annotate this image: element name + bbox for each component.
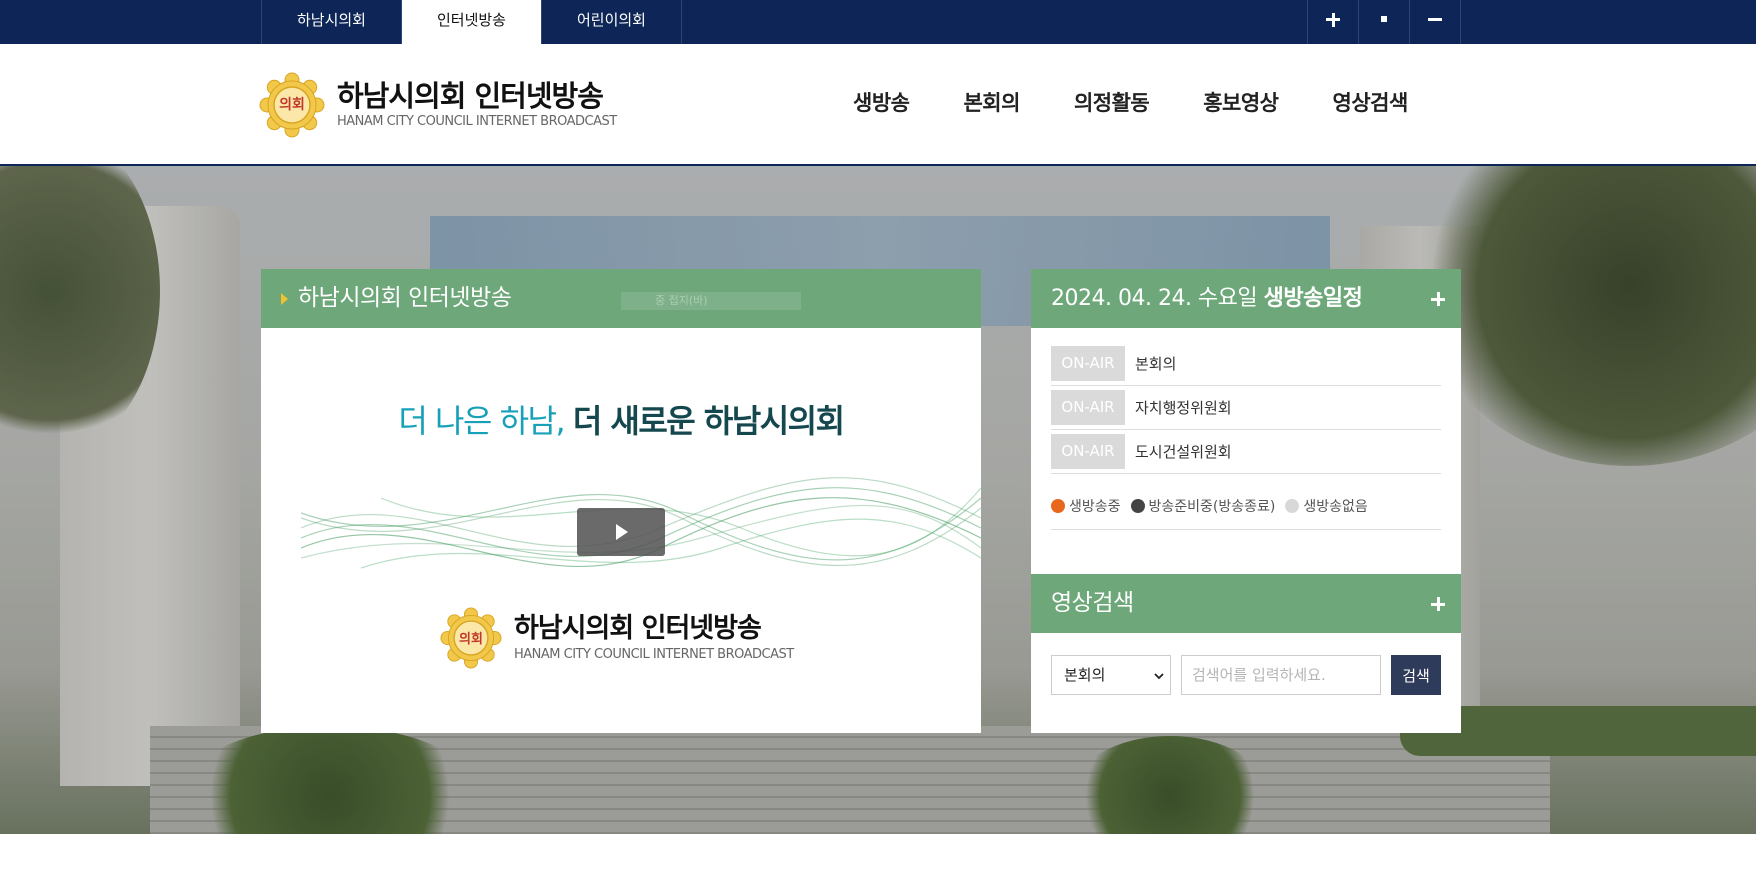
legend-preparing: 방송준비중(방송종료) xyxy=(1130,496,1276,516)
zoom-out-button[interactable] xyxy=(1410,0,1461,44)
council-seal-icon: 의회 xyxy=(440,607,502,669)
nav-council-activities[interactable]: 의정활동 xyxy=(1047,44,1176,164)
nav-plenary[interactable]: 본회의 xyxy=(936,44,1046,164)
schedule-item-name: 자치행정위원회 xyxy=(1135,399,1232,417)
schedule-more-icon[interactable] xyxy=(1431,292,1445,306)
dark-dot-icon xyxy=(1130,498,1145,513)
video-panel-header: 하남시의회 인터넷방송 중 접지(바) xyxy=(261,269,981,328)
legend-label: 방송준비중(방송종료) xyxy=(1148,498,1276,515)
ghost-text: 중 접지(바) xyxy=(621,292,801,310)
main-nav: 생방송 본회의 의정활동 홍보영상 영상검색 xyxy=(826,44,1435,164)
triangle-bullet-icon xyxy=(281,293,288,305)
top-bar: 하남시의회 인터넷방송 어린이의회 xyxy=(0,0,1756,44)
tab-internet-broadcast[interactable]: 인터넷방송 xyxy=(402,0,542,44)
council-seal-icon: 의회 xyxy=(259,72,325,138)
orange-dot-icon xyxy=(1051,498,1065,513)
video-logo-subtitle: HANAM CITY COUNCIL INTERNET BROADCAST xyxy=(514,647,794,662)
schedule-item-name: 본회의 xyxy=(1135,355,1177,373)
video-search-title: 영상검색 xyxy=(1051,590,1134,616)
site-tabs: 하남시의회 인터넷방송 어린이의회 xyxy=(261,0,682,44)
schedule-title-strong: 생방송일정 xyxy=(1263,286,1363,311)
schedule-title: 2024. 04. 24. 수요일 생방송일정 xyxy=(1051,269,1363,328)
schedule-date: 2024. 04. 24. 수요일 xyxy=(1051,286,1264,311)
on-air-badge: ON-AIR xyxy=(1051,434,1125,469)
schedule-header: 2024. 04. 24. 수요일 생방송일정 xyxy=(1031,269,1461,328)
site-logo[interactable]: 의회 하남시의회 인터넷방송 HANAM CITY COUNCIL INTERN… xyxy=(259,72,617,138)
on-air-badge: ON-AIR xyxy=(1051,346,1125,381)
search-more-icon[interactable] xyxy=(1431,597,1445,611)
nav-promo-videos[interactable]: 홍보영상 xyxy=(1176,44,1305,164)
search-input[interactable] xyxy=(1181,655,1381,695)
legend-label: 생방송중 xyxy=(1069,498,1121,515)
nav-video-search[interactable]: 영상검색 xyxy=(1306,44,1435,164)
seal-label: 의회 xyxy=(279,97,305,113)
schedule-item[interactable]: ON-AIR 도시건설위원회 xyxy=(1051,430,1441,474)
tab-hanam-council[interactable]: 하남시의회 xyxy=(262,0,402,44)
search-button[interactable]: 검색 xyxy=(1391,655,1441,695)
video-logo: 의회 하남시의회 인터넷방송 HANAM CITY COUNCIL INTERN… xyxy=(440,607,794,669)
gray-dot-icon xyxy=(1285,498,1300,513)
video-panel: 하남시의회 인터넷방송 중 접지(바) 더 나은 하남, 더 새로운 하남시의회 xyxy=(261,269,981,733)
schedule-item[interactable]: ON-AIR 본회의 xyxy=(1051,342,1441,386)
dot-icon xyxy=(1381,16,1387,22)
status-legend: 생방송중 방송준비중(방송종료) 생방송없음 xyxy=(1051,490,1441,530)
zoom-in-button[interactable] xyxy=(1308,0,1359,44)
legend-live: 생방송중 xyxy=(1051,496,1121,516)
video-logo-title: 하남시의회 인터넷방송 xyxy=(514,613,762,644)
video-logo-text: 하남시의회 인터넷방송 HANAM CITY COUNCIL INTERNET … xyxy=(514,612,794,664)
on-air-badge: ON-AIR xyxy=(1051,390,1125,425)
video-panel-title: 하남시의회 인터넷방송 xyxy=(298,285,512,311)
play-button[interactable] xyxy=(577,508,665,556)
tab-children-council[interactable]: 어린이의회 xyxy=(542,0,682,44)
schedule-item-name: 도시건설위원회 xyxy=(1135,443,1232,461)
seal-label: 의회 xyxy=(459,632,483,647)
video-player[interactable]: 더 나은 하남, 더 새로운 하남시의회 의회 하남시의회 인터넷방송 HANA… xyxy=(261,328,981,733)
category-select-value: 본회의 xyxy=(1064,666,1106,684)
play-icon xyxy=(616,524,628,540)
logo-subtitle: HANAM CITY COUNCIL INTERNET BROADCAST xyxy=(337,114,617,129)
legend-label: 생방송없음 xyxy=(1303,498,1368,515)
site-header: 의회 하남시의회 인터넷방송 HANAM CITY COUNCIL INTERN… xyxy=(0,44,1756,166)
logo-text: 하남시의회 인터넷방송 HANAM CITY COUNCIL INTERNET … xyxy=(337,79,617,131)
zoom-reset-button[interactable] xyxy=(1359,0,1410,44)
video-search-form: 본회의 검색 xyxy=(1051,655,1441,695)
live-schedule-panel: 2024. 04. 24. 수요일 생방송일정 ON-AIR 본회의 ON-AI… xyxy=(1031,269,1461,733)
zoom-controls xyxy=(1307,0,1461,44)
legend-none: 생방송없음 xyxy=(1285,496,1368,516)
nav-live[interactable]: 생방송 xyxy=(826,44,936,164)
schedule-item[interactable]: ON-AIR 자치행정위원회 xyxy=(1051,386,1441,430)
logo-title: 하남시의회 인터넷방송 xyxy=(337,79,604,113)
category-select[interactable]: 본회의 xyxy=(1051,655,1171,695)
plus-icon-vertical xyxy=(1331,12,1335,27)
chevron-down-icon xyxy=(1154,673,1164,680)
schedule-list: ON-AIR 본회의 ON-AIR 자치행정위원회 ON-AIR 도시건설위원회 xyxy=(1051,342,1441,474)
minus-icon xyxy=(1428,18,1442,21)
video-search-header: 영상검색 xyxy=(1031,574,1461,633)
